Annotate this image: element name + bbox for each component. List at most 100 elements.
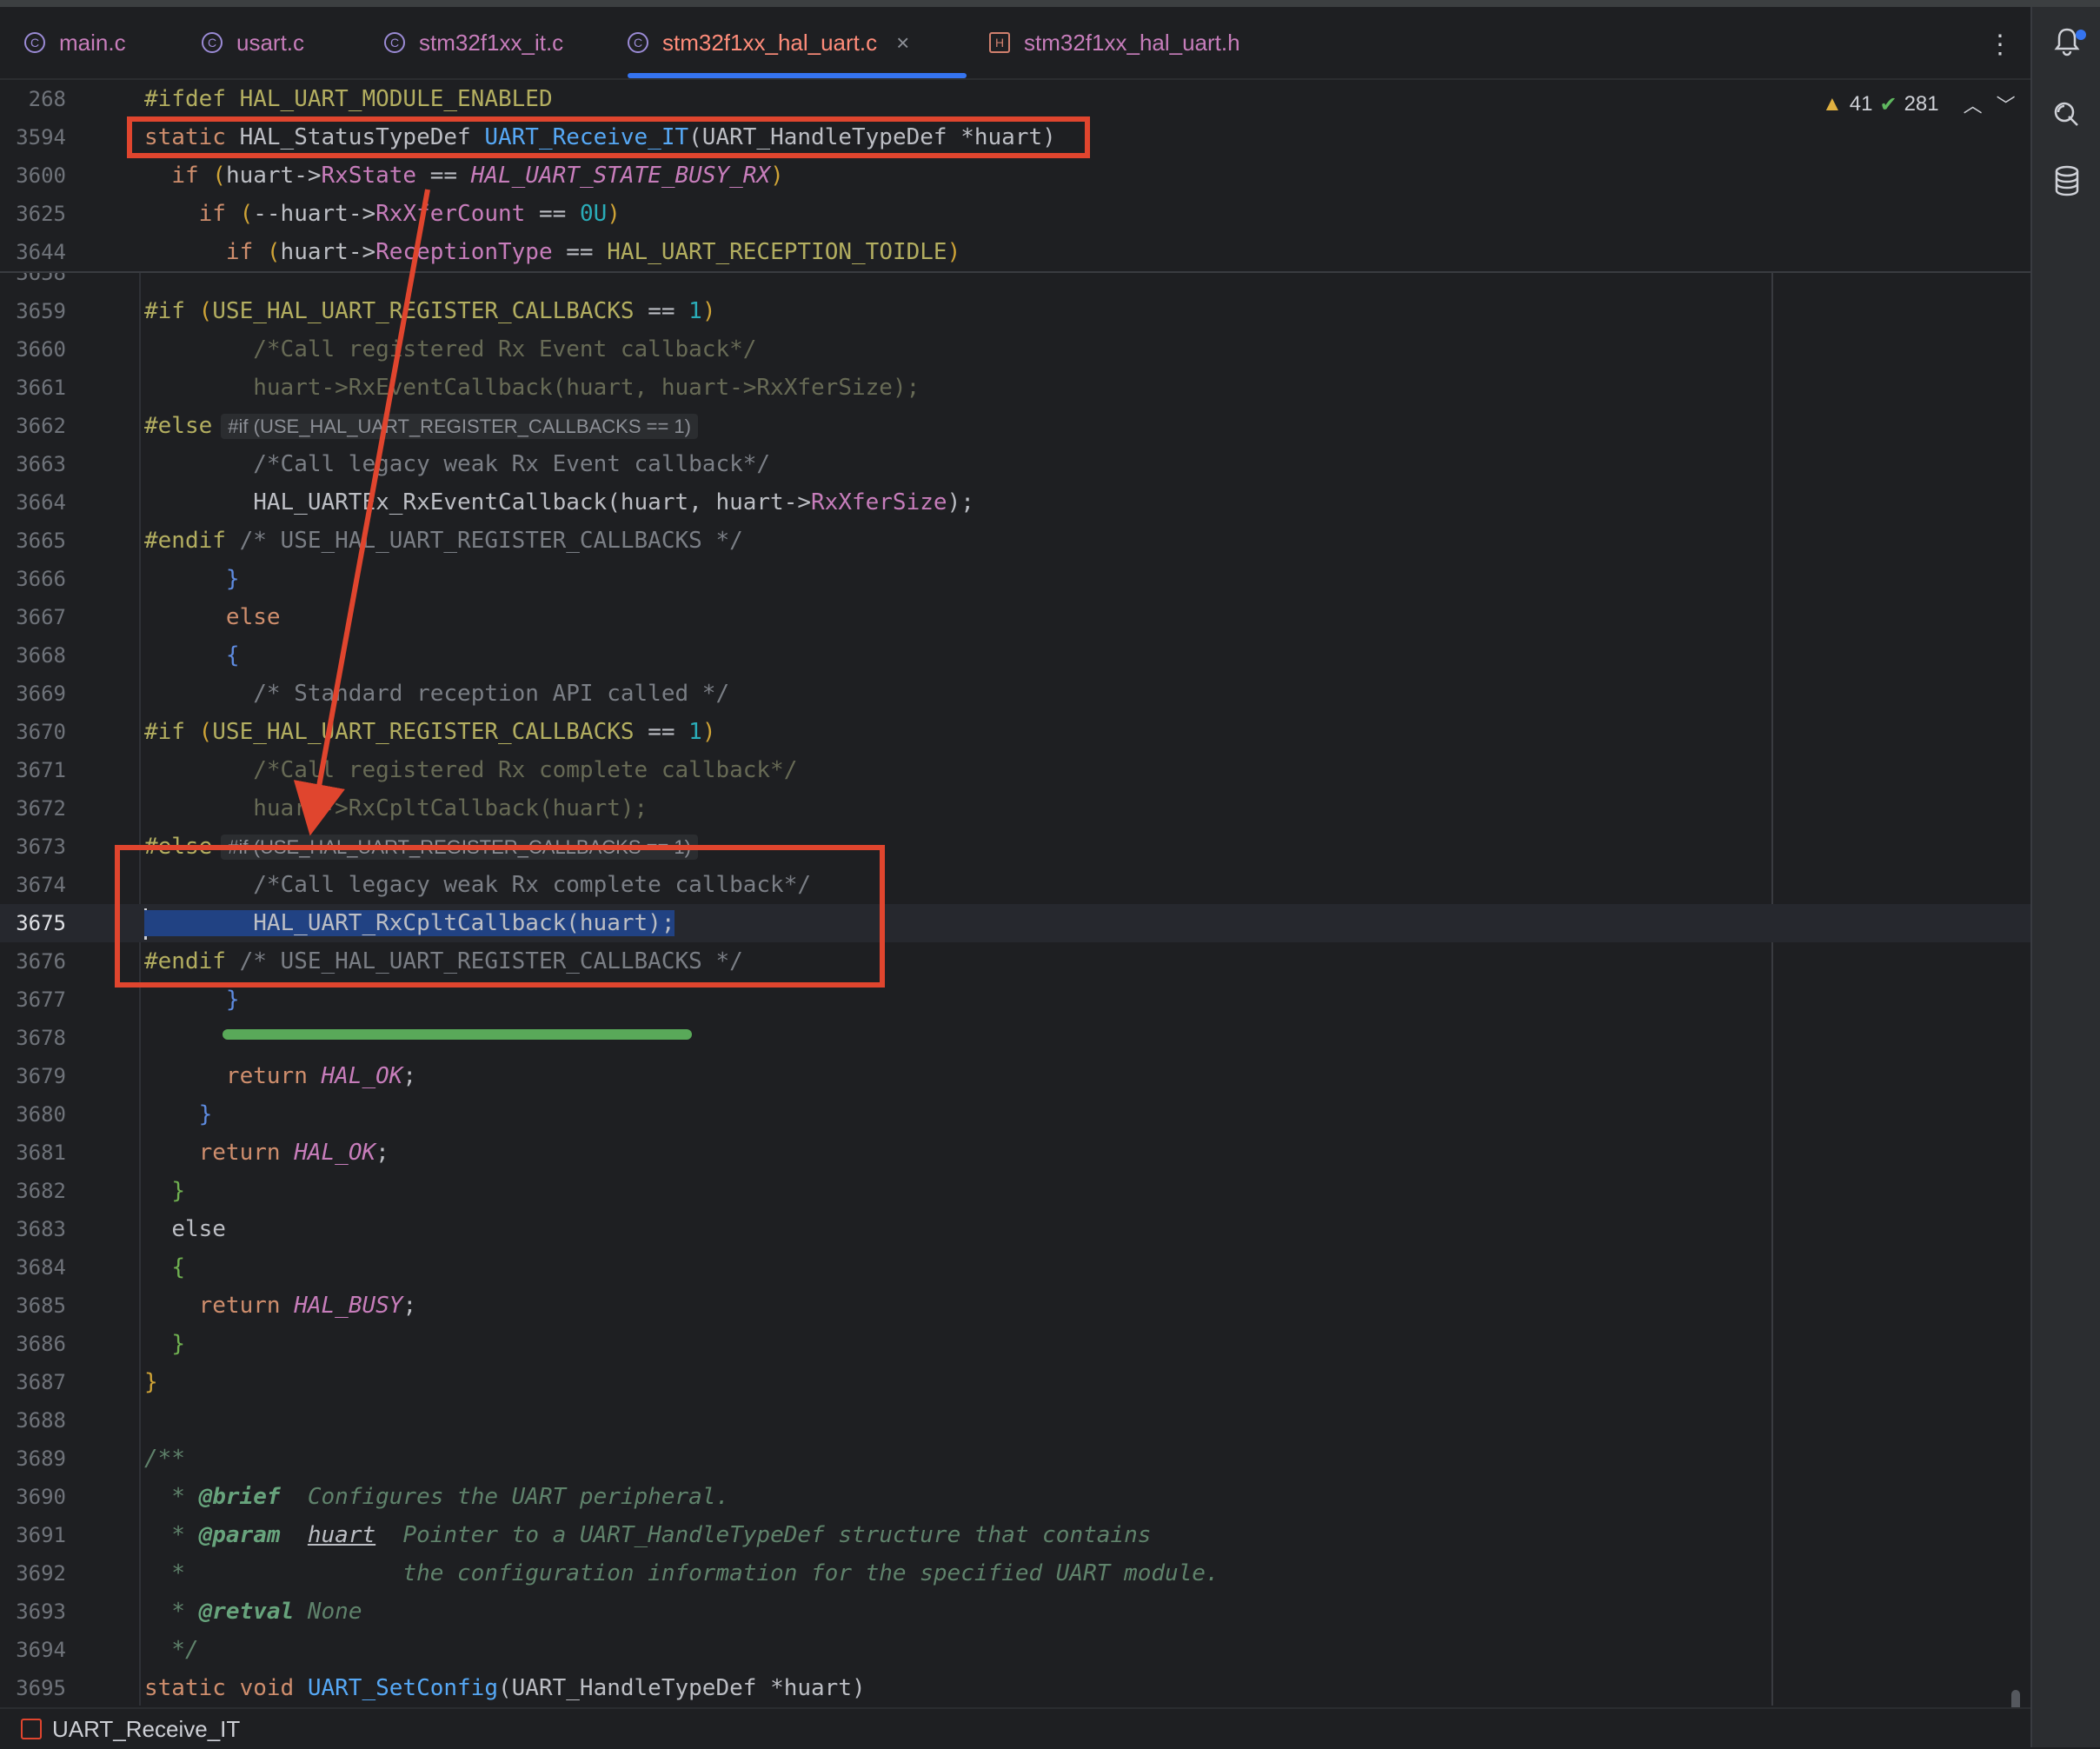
line-code: return HAL_OK; bbox=[225, 1063, 417, 1089]
c-file-icon: C bbox=[384, 32, 405, 53]
h-file-icon: H bbox=[989, 32, 1010, 53]
sticky-line[interactable]: 3644 if (huart->ReceptionType == HAL_UAR… bbox=[0, 233, 2030, 271]
code-line[interactable]: 3684 { bbox=[0, 1248, 2030, 1287]
editor-tab-bar: C main.c C usart.c C stm32f1xx_it.c C st… bbox=[0, 7, 2030, 80]
line-number: 3689 bbox=[16, 1446, 66, 1471]
line-code: } bbox=[198, 1101, 213, 1127]
line-number: 3692 bbox=[16, 1561, 66, 1586]
sticky-line[interactable]: 3600 if (huart->RxState == HAL_UART_STAT… bbox=[0, 156, 2030, 195]
line-number: 3663 bbox=[16, 452, 66, 476]
ai-assistant-icon[interactable] bbox=[2050, 97, 2084, 132]
line-number: 3675 bbox=[16, 911, 66, 935]
next-highlight-icon[interactable]: ﹀ bbox=[1997, 90, 2016, 118]
line-code: return HAL_BUSY; bbox=[198, 1293, 417, 1319]
code-line[interactable]: 3694 */ bbox=[0, 1631, 2030, 1669]
close-tab-icon[interactable]: × bbox=[896, 30, 909, 57]
line-code: /** bbox=[144, 1446, 185, 1472]
code-line[interactable]: 3690 * @brief Configures the UART periph… bbox=[0, 1478, 2030, 1516]
previous-highlight-icon[interactable]: ︿ bbox=[1964, 90, 1983, 118]
line-code: static void UART_SetConfig(UART_HandleTy… bbox=[144, 1675, 866, 1701]
code-line[interactable]: 3659 #if (USE_HAL_UART_REGISTER_CALLBACKS… bbox=[0, 292, 2030, 330]
line-number: 3683 bbox=[16, 1217, 66, 1241]
tab-stm32f1xx-hal-uart-c[interactable]: C stm32f1xx_hal_uart.c × bbox=[628, 7, 967, 78]
line-number: 3671 bbox=[16, 758, 66, 782]
code-line[interactable]: 3665 #endif /* USE_HAL_UART_REGISTER_CALL… bbox=[0, 522, 2030, 560]
line-code: else bbox=[225, 604, 281, 630]
line-number: 3676 bbox=[16, 949, 66, 974]
code-line[interactable]: 3664 HAL_UARTEx_RxEventCallback(huart, h… bbox=[0, 483, 2030, 522]
else-hint: #if (USE_HAL_UART_REGISTER_CALLBACKS == … bbox=[221, 414, 698, 439]
sticky-line[interactable]: 268 #ifdef HAL_UART_MODULE_ENABLED bbox=[0, 80, 2030, 118]
code-line[interactable]: 3687} bbox=[0, 1363, 2030, 1401]
ok-count: 281 bbox=[1904, 92, 1939, 116]
vertical-scrollbar[interactable] bbox=[2011, 1690, 2020, 1707]
sticky-scope-header: 268 #ifdef HAL_UART_MODULE_ENABLED 3594st… bbox=[0, 80, 2030, 273]
code-line[interactable]: 3668 { bbox=[0, 636, 2030, 675]
code-line[interactable]: 3692 * the configuration information for… bbox=[0, 1554, 2030, 1593]
c-file-icon: C bbox=[628, 32, 648, 53]
line-number: 3678 bbox=[16, 1026, 66, 1050]
line-code: /*Call legacy weak Rx Event callback*/ bbox=[253, 451, 771, 477]
window-top-strip bbox=[0, 0, 2100, 7]
code-line[interactable]: 3688 bbox=[0, 1401, 2030, 1440]
tab-stm32f1xx-hal-uart-h[interactable]: H stm32f1xx_hal_uart.h bbox=[989, 7, 1240, 78]
line-number: 3686 bbox=[16, 1332, 66, 1356]
code-line[interactable]: 3662 #else #if (USE_HAL_UART_REGISTER_CALL… bbox=[0, 407, 2030, 445]
code-line[interactable]: 3680 } bbox=[0, 1095, 2030, 1134]
code-line[interactable]: 3671 /*Call registered Rx complete callb… bbox=[0, 751, 2030, 789]
code-line[interactable]: 3689 /** bbox=[0, 1440, 2030, 1478]
code-line[interactable]: 3682 } bbox=[0, 1172, 2030, 1210]
notification-dot-icon bbox=[2076, 30, 2086, 40]
breadcrumb-function[interactable]: UART_Receive_IT bbox=[52, 1716, 240, 1743]
line-code: return HAL_OK; bbox=[198, 1140, 389, 1166]
line-code: } bbox=[171, 1178, 185, 1204]
active-tab-underline bbox=[628, 73, 967, 78]
inspection-widget[interactable]: ▲ 41 ✔ 281 ︿ ﹀ bbox=[1822, 90, 2016, 118]
code-line[interactable]: 3669 /* Standard reception API called */ bbox=[0, 675, 2030, 713]
code-line[interactable]: 3683 else bbox=[0, 1210, 2030, 1248]
code-line[interactable]: 3667 else bbox=[0, 598, 2030, 636]
tab-label: usart.c bbox=[236, 29, 305, 56]
code-line[interactable]: 3661 huart->RxEventCallback(huart, huart… bbox=[0, 369, 2030, 407]
line-code: huart->RxCpltCallback(huart); bbox=[253, 795, 648, 821]
status-breadcrumb-bar: UART_Receive_IT bbox=[0, 1707, 2030, 1749]
code-line[interactable]: 3663 /*Call legacy weak Rx Event callbac… bbox=[0, 445, 2030, 483]
line-number: 3672 bbox=[16, 796, 66, 821]
line-code: else bbox=[171, 1216, 226, 1242]
code-line[interactable]: 3666 } bbox=[0, 560, 2030, 598]
line-code: /* Standard reception API called */ bbox=[253, 681, 730, 707]
code-line[interactable]: 3685 return HAL_BUSY; bbox=[0, 1287, 2030, 1325]
tab-main-c[interactable]: C main.c bbox=[24, 7, 126, 78]
line-number: 3666 bbox=[16, 567, 66, 591]
code-line[interactable]: 3686 } bbox=[0, 1325, 2030, 1363]
line-code: */ bbox=[144, 1637, 199, 1663]
tab-usart-c[interactable]: C usart.c bbox=[202, 7, 304, 78]
line-code: * @param huart Pointer to a UART_HandleT… bbox=[144, 1522, 1152, 1548]
annotation-box-function-signature bbox=[127, 116, 1090, 158]
code-line[interactable]: 3660 /*Call registered Rx Event callback… bbox=[0, 330, 2030, 369]
code-line[interactable]: 3691 * @param huart Pointer to a UART_Ha… bbox=[0, 1516, 2030, 1554]
line-code: * @retval None bbox=[144, 1599, 362, 1625]
check-icon: ✔ bbox=[1879, 92, 1897, 116]
tab-stm32f1xx-it-c[interactable]: C stm32f1xx_it.c bbox=[384, 7, 563, 78]
line-number: 3679 bbox=[16, 1064, 66, 1088]
line-number: 3661 bbox=[16, 376, 66, 400]
right-tool-strip bbox=[2030, 7, 2100, 1747]
annotation-box-callback-call bbox=[115, 845, 885, 988]
code-line[interactable]: 3670 #if (USE_HAL_UART_REGISTER_CALLBACKS… bbox=[0, 713, 2030, 751]
line-number: 3695 bbox=[16, 1676, 66, 1700]
line-code: * the configuration information for the … bbox=[144, 1560, 1219, 1586]
line-code: } bbox=[225, 566, 240, 592]
code-line[interactable]: 3681 return HAL_OK; bbox=[0, 1134, 2030, 1172]
sticky-line[interactable]: 3625 if (--huart->RxXferCount == 0U) bbox=[0, 195, 2030, 233]
more-options-icon[interactable]: ⋮ bbox=[1987, 30, 2013, 60]
line-code: HAL_UARTEx_RxEventCallback(huart, huart-… bbox=[144, 489, 974, 515]
line-code: #if (USE_HAL_UART_REGISTER_CALLBACKS == … bbox=[144, 719, 716, 745]
code-line[interactable]: 3693 * @retval None bbox=[0, 1593, 2030, 1631]
code-line[interactable]: 3695 static void UART_SetConfig(UART_Hand… bbox=[0, 1669, 2030, 1707]
line-number: 3688 bbox=[16, 1408, 66, 1433]
line-number: 3680 bbox=[16, 1102, 66, 1127]
database-icon[interactable] bbox=[2050, 163, 2084, 198]
code-line[interactable]: 3672 huart->RxCpltCallback(huart); bbox=[0, 789, 2030, 828]
code-line[interactable]: 3679 return HAL_OK; bbox=[0, 1057, 2030, 1095]
